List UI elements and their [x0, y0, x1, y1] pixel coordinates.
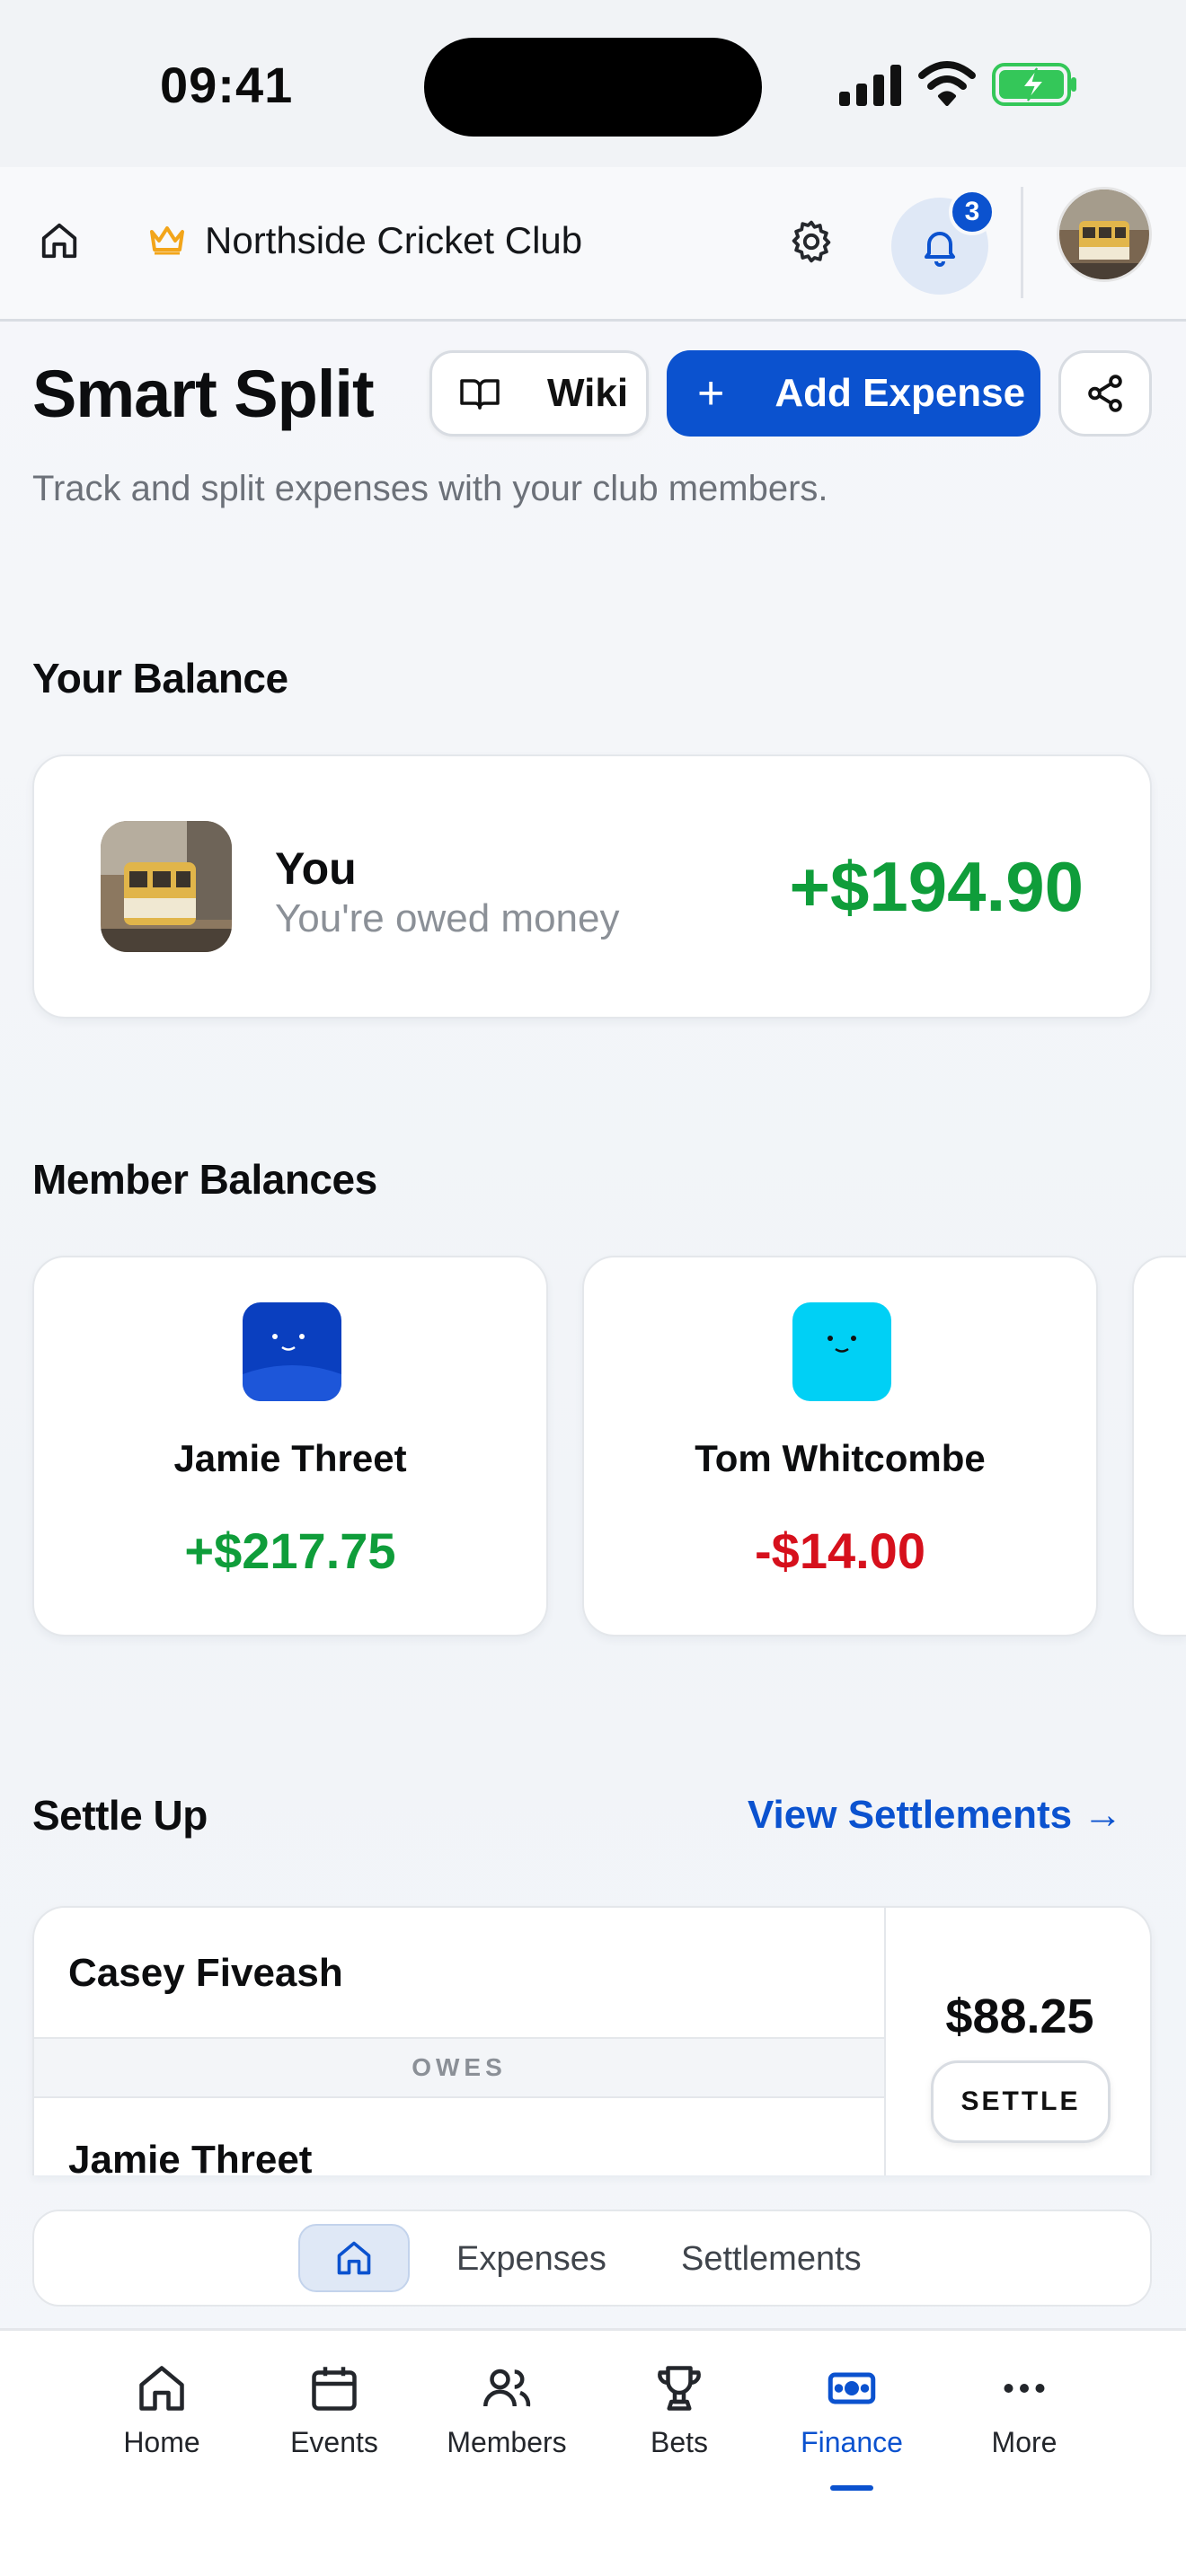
add-expense-label: Add Expense [774, 371, 1026, 415]
notification-badge: 3 [949, 189, 996, 235]
trophy-icon [658, 2366, 701, 2411]
status-time: 09:41 [160, 57, 294, 113]
settlement-amount-panel: $88.25 SETTLE [884, 1908, 1150, 2175]
nav-events-label: Events [290, 2426, 378, 2458]
nav-members[interactable]: Members [426, 2361, 588, 2487]
crown-icon [150, 226, 184, 255]
home-icon [41, 223, 77, 259]
member-card[interactable]: Tom Whitcombe -$14.00 [582, 1256, 1098, 1636]
tab-expenses[interactable]: Expenses [456, 2240, 606, 2279]
book-icon [460, 379, 500, 410]
signal-icon [839, 65, 901, 106]
battery-charging-icon [992, 63, 1076, 106]
page-title: Smart Split [32, 357, 375, 431]
your-balance-card[interactable]: You You're owed money +$194.90 [32, 754, 1152, 1019]
tab-settlements[interactable]: Settlements [681, 2240, 862, 2279]
nav-home-label: Home [123, 2426, 200, 2458]
add-expense-button[interactable]: + Add Expense [667, 350, 1040, 437]
home-icon [139, 2366, 184, 2411]
finance-icon [828, 2372, 876, 2404]
member-card[interactable]: Jamie Threet +$217.75 [32, 1256, 548, 1636]
nav-events[interactable]: Events [253, 2361, 415, 2487]
home-button[interactable] [32, 214, 86, 268]
settle-button[interactable]: SETTLE [931, 2060, 1111, 2143]
tab-overview[interactable] [298, 2224, 410, 2292]
payee-name: Jamie Threet [68, 2138, 313, 2175]
nav-finance[interactable]: Finance [771, 2361, 933, 2487]
club-name[interactable]: Northside Cricket Club [205, 219, 582, 262]
your-balance-amount: +$194.90 [789, 847, 1084, 926]
your-balance-status: You're owed money [275, 896, 620, 940]
settle-up-heading: Settle Up [32, 1792, 208, 1839]
member-name: Tom Whitcombe [695, 1437, 986, 1479]
dynamic-island [424, 38, 762, 137]
member-avatar [792, 1302, 891, 1401]
settlement-amount: $88.25 [945, 1989, 1094, 2043]
payer-name: Casey Fiveash [68, 1951, 343, 1995]
nav-more-label: More [991, 2426, 1058, 2458]
plus-icon: + [697, 367, 725, 419]
page-subtitle: Track and split expenses with your club … [32, 469, 828, 508]
wiki-button[interactable]: Wiki [429, 350, 649, 437]
member-card-partial[interactable] [1132, 1256, 1186, 1636]
share-icon [1088, 375, 1122, 412]
nav-finance-label: Finance [801, 2426, 903, 2458]
nav-more[interactable]: More [943, 2361, 1105, 2487]
nav-bets[interactable]: Bets [598, 2361, 760, 2487]
active-tab-indicator [830, 2485, 873, 2491]
nav-bets-label: Bets [650, 2426, 709, 2458]
your-name: You [275, 843, 357, 894]
view-settlements-link[interactable]: View Settlements → [748, 1793, 1122, 1838]
member-amount: +$217.75 [184, 1522, 396, 1579]
status-bar: 09:41 [0, 0, 1186, 167]
calendar-icon [312, 2367, 357, 2411]
more-icon [1004, 2384, 1045, 2393]
user-avatar[interactable] [1057, 187, 1152, 282]
nav-members-label: Members [447, 2426, 567, 2458]
gear-icon[interactable] [787, 217, 836, 266]
header-divider [1021, 187, 1023, 298]
app-screen: 09:41 Northside Cricket Club 3 Smart Spl… [0, 0, 1186, 2576]
wiki-label: Wiki [547, 371, 629, 415]
settlement-card: Casey Fiveash OWES Jamie Threet $88.25 S… [32, 1906, 1152, 2175]
owes-label: OWES [34, 2037, 884, 2098]
bell-icon [925, 232, 955, 267]
app-header: Northside Cricket Club 3 [0, 167, 1186, 322]
member-amount: -$14.00 [755, 1522, 925, 1579]
share-button[interactable] [1058, 350, 1152, 437]
home-icon [337, 2241, 371, 2275]
your-balance-heading: Your Balance [32, 655, 288, 701]
members-icon [483, 2369, 531, 2407]
member-name: Jamie Threet [173, 1437, 407, 1479]
your-avatar [101, 821, 232, 952]
finance-tabs: Expenses Settlements [32, 2210, 1152, 2307]
nav-home[interactable]: Home [81, 2361, 243, 2487]
bottom-nav: Home Events Members Bets Finance More [0, 2328, 1186, 2576]
wifi-icon [918, 61, 976, 106]
member-balances-heading: Member Balances [32, 1156, 377, 1203]
member-avatar [243, 1302, 341, 1401]
